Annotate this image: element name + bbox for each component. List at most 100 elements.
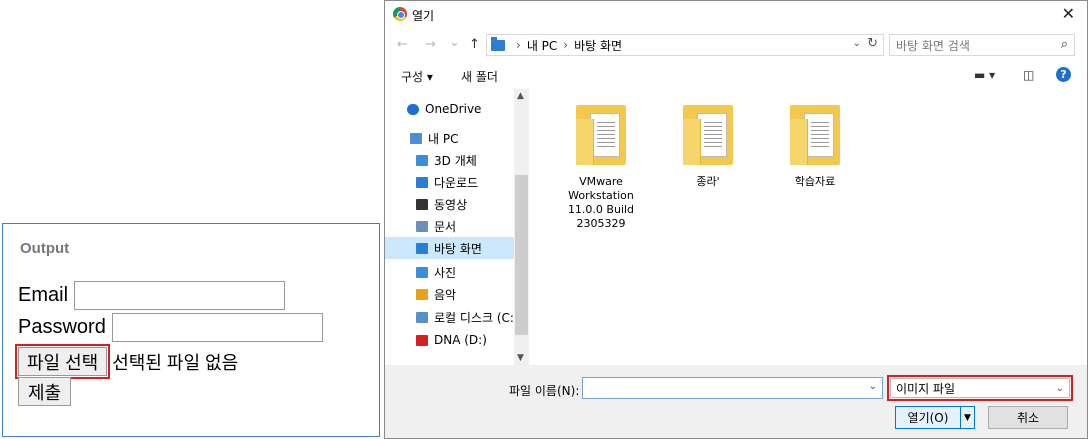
computer-icon [410, 132, 422, 144]
dialog-footer: 파일 이름(N): ⌄ 이미지 파일 ⌄ 열기(O) ▼ 취소 [385, 365, 1087, 438]
open-button-label: 열기(O) [907, 411, 949, 425]
sidebar-item-desktop[interactable]: 바탕 화면 [385, 237, 514, 259]
sidebar-item-label: 로컬 디스크 (C:) [434, 310, 519, 325]
password-input[interactable] [111, 313, 323, 342]
refresh-icon[interactable]: ↻ [867, 36, 878, 51]
scroll-up-icon[interactable]: ▲ [517, 91, 524, 101]
navigation-bar: ← → ⌄ ↑ › 내 PC › 바탕 화면 ⌄ ↻ 바탕 화면 검색 ⌕ [385, 31, 1087, 59]
breadcrumb-my-pc[interactable]: 내 PC [527, 37, 557, 54]
submit-row: 제출 [18, 377, 72, 406]
sidebar-item-label: 3D 개체 [434, 153, 477, 168]
search-placeholder: 바탕 화면 검색 [896, 38, 970, 53]
document-icon [416, 220, 428, 232]
close-icon[interactable]: ✕ [1062, 4, 1075, 23]
folder-icon [576, 105, 626, 165]
email-input[interactable] [74, 281, 286, 310]
chevron-right-icon: › [516, 38, 521, 52]
sidebar-item-label: 바탕 화면 [434, 241, 482, 256]
chevron-down-icon[interactable]: ⌄ [869, 381, 877, 392]
sidebar-item-local-disk-c[interactable]: 로컬 디스크 (C:) [416, 306, 529, 328]
file-type-highlight: 이미지 파일 ⌄ [887, 375, 1073, 401]
help-icon[interactable]: ? [1056, 67, 1071, 82]
sidebar-scrollbar[interactable]: ▲ ▼ [514, 89, 529, 365]
choose-file-button[interactable]: 파일 선택 [18, 347, 108, 376]
file-row: 파일 선택 선택된 파일 없음 [15, 344, 238, 379]
scroll-down-icon[interactable]: ▼ [517, 353, 524, 363]
output-title: Output [20, 240, 70, 257]
recent-locations-icon[interactable]: ⌄ [449, 35, 460, 50]
sidebar-item-music[interactable]: 음악 [416, 283, 529, 305]
cloud-icon [407, 103, 419, 115]
output-panel: Output Email Password 파일 선택 선택된 파일 없음 제출 [2, 223, 380, 437]
cube-icon [416, 154, 428, 166]
caret-down-icon[interactable]: ▼ [960, 407, 974, 428]
sidebar-item-label: OneDrive [425, 102, 482, 116]
sidebar-item-documents[interactable]: 문서 [416, 215, 529, 237]
file-status-text: 선택된 파일 없음 [112, 352, 239, 373]
music-icon [416, 288, 428, 300]
sidebar-item-videos[interactable]: 동영상 [416, 193, 529, 215]
search-icon[interactable]: ⌕ [1061, 37, 1068, 52]
desktop-icon [416, 242, 428, 254]
new-folder-button[interactable]: 새 폴더 [461, 68, 498, 85]
view-options-icon[interactable]: ▬ ▾ [974, 68, 995, 82]
video-icon [416, 198, 428, 210]
open-file-dialog: 열기 ✕ ← → ⌄ ↑ › 내 PC › 바탕 화면 ⌄ ↻ 바탕 화면 검색… [384, 0, 1088, 439]
sidebar-item-label: 내 PC [428, 131, 459, 146]
address-bar[interactable]: › 내 PC › 바탕 화면 ⌄ ↻ [486, 34, 884, 56]
sidebar-item-my-pc[interactable]: 내 PC [410, 127, 529, 149]
cancel-button[interactable]: 취소 [988, 406, 1068, 429]
filename-label: 파일 이름(N): [509, 384, 580, 398]
forward-arrow-icon[interactable]: → [425, 37, 436, 52]
organize-button[interactable]: 구성 ▾ [401, 68, 433, 85]
sidebar-item-label: DNA (D:) [434, 333, 487, 347]
sidebar-item-label: 문서 [434, 219, 457, 234]
breadcrumb-desktop[interactable]: 바탕 화면 [574, 37, 622, 54]
preview-pane-icon[interactable]: ◫ [1023, 68, 1034, 82]
chevron-right-icon: › [563, 38, 569, 52]
folder-icon [683, 105, 733, 165]
password-label: Password [18, 316, 106, 338]
up-arrow-icon[interactable]: ↑ [469, 37, 480, 52]
email-row: Email [18, 281, 286, 310]
download-icon [416, 176, 428, 188]
folder-icon [790, 105, 840, 165]
sidebar-item-onedrive[interactable]: OneDrive [407, 98, 529, 120]
file-button-highlight: 파일 선택 [15, 344, 111, 379]
dialog-titlebar: 열기 ✕ [385, 1, 1087, 28]
chevron-down-icon[interactable]: ⌄ [1056, 383, 1064, 394]
back-arrow-icon[interactable]: ← [397, 37, 408, 52]
sidebar-item-label: 사진 [434, 265, 457, 280]
scrollbar-thumb[interactable] [515, 175, 528, 335]
sidebar-item-label: 다운로드 [434, 175, 479, 190]
email-label: Email [18, 284, 69, 306]
sidebar-item-label: 동영상 [434, 197, 468, 212]
folder-name: 학습자료 [794, 175, 836, 188]
sidebar-item-3d-objects[interactable]: 3D 개체 [416, 149, 529, 171]
submit-button[interactable]: 제출 [18, 377, 72, 406]
file-list-pane: VMware Workstation 11.0.0 Build 2305329 … [530, 89, 1087, 365]
chevron-down-icon[interactable]: ⌄ [853, 38, 861, 49]
sidebar-item-pictures[interactable]: 사진 [416, 261, 529, 283]
desktop-icon [491, 36, 505, 51]
folder-item[interactable]: VMware Workstation 11.0.0 Build 2305329 [559, 105, 643, 231]
sidebar-item-downloads[interactable]: 다운로드 [416, 171, 529, 193]
password-row: Password [18, 313, 323, 342]
folder-item[interactable]: 학습자료 [773, 105, 857, 189]
folder-name: 종라' [696, 175, 720, 188]
open-button[interactable]: 열기(O) ▼ [895, 406, 975, 429]
command-toolbar: 구성 ▾ 새 폴더 ▬ ▾ ◫ ? [385, 61, 1087, 89]
sidebar-item-dna-d[interactable]: DNA (D:) [416, 329, 529, 351]
filename-input[interactable]: ⌄ [582, 377, 883, 399]
search-input[interactable]: 바탕 화면 검색 ⌕ [889, 34, 1075, 56]
drive-download-icon [416, 334, 428, 346]
folder-item[interactable]: 종라' [666, 105, 750, 189]
navigation-pane: OneDrive 내 PC 3D 개체 다운로드 동영상 문서 바탕 화면 사진… [385, 89, 529, 365]
file-type-select[interactable]: 이미지 파일 ⌄ [890, 378, 1070, 398]
file-type-value: 이미지 파일 [896, 381, 956, 396]
dialog-title: 열기 [412, 9, 435, 23]
pictures-icon [416, 266, 428, 278]
folder-name: VMware Workstation 11.0.0 Build 2305329 [567, 175, 635, 230]
drive-icon [416, 311, 428, 323]
chrome-icon [393, 7, 407, 21]
